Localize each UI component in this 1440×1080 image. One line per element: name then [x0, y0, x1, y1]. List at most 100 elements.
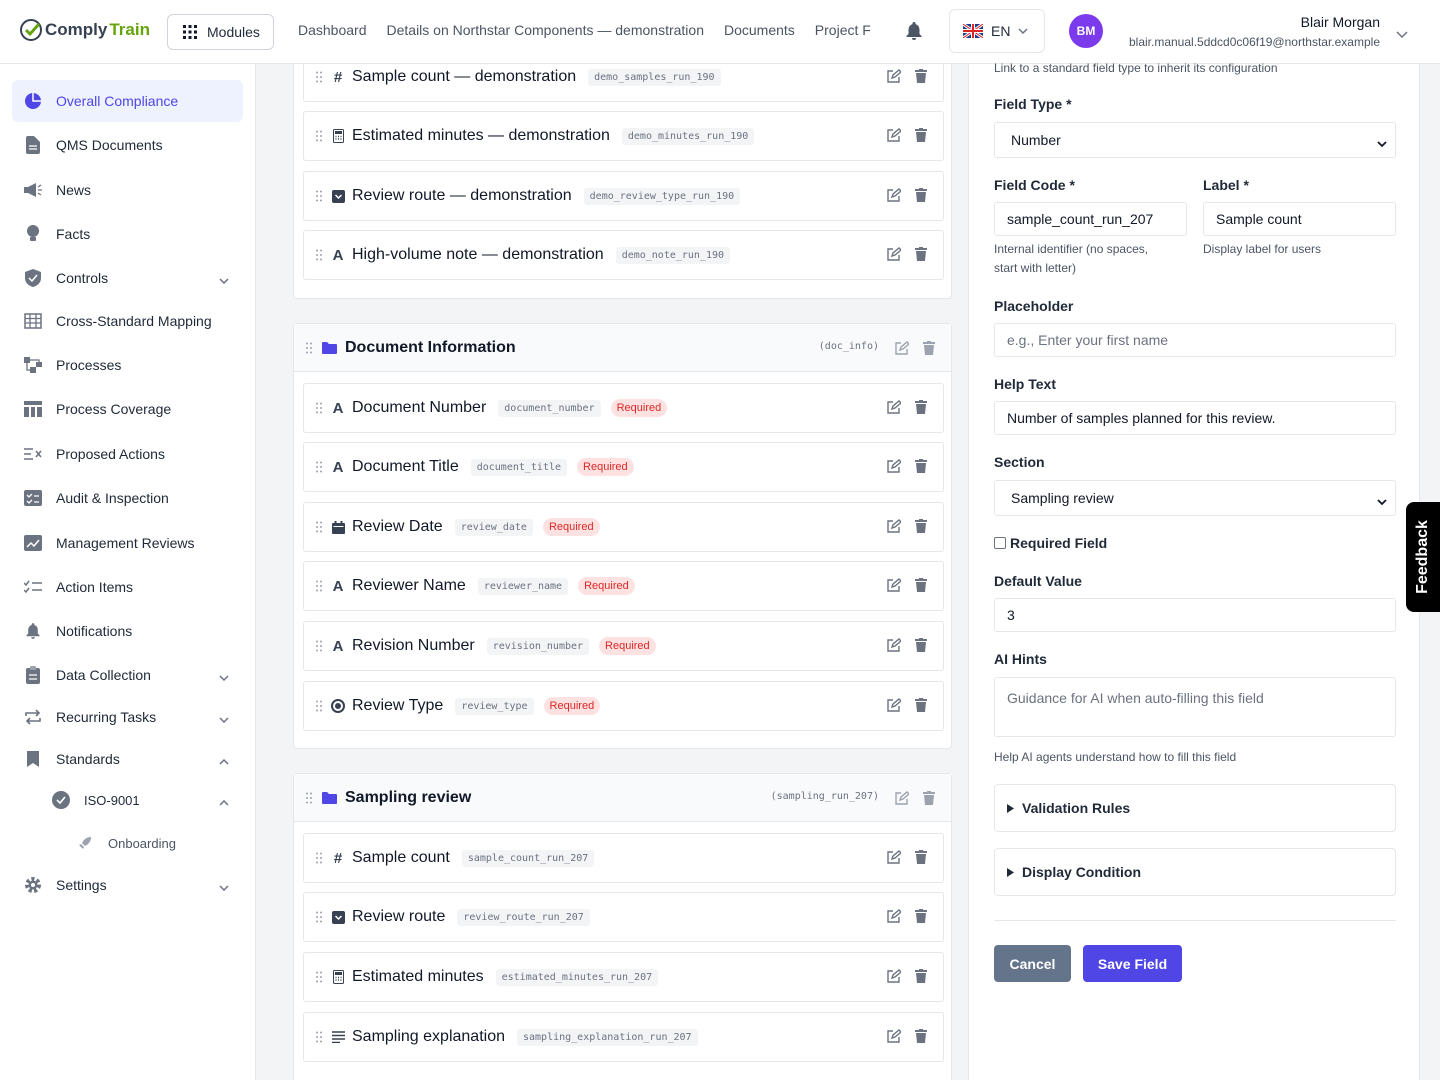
sidebar-item-standards[interactable]: Standards	[12, 738, 243, 780]
sidebar-item-proposed-actions[interactable]: Proposed Actions	[12, 433, 243, 475]
drag-handle-icon[interactable]	[316, 1031, 322, 1043]
user-menu-chevron-icon[interactable]	[1396, 26, 1408, 44]
edit-icon[interactable]	[887, 1029, 903, 1048]
drag-handle-icon[interactable]	[316, 402, 322, 414]
label-input[interactable]: Sample count	[1203, 202, 1396, 236]
sidebar-item-onboarding[interactable]: Onboarding	[64, 822, 243, 864]
field-row[interactable]: Review route — demonstration demo_review…	[303, 171, 944, 221]
validation-rules-toggle[interactable]: Validation Rules	[994, 784, 1396, 832]
trash-icon[interactable]	[915, 188, 927, 207]
sidebar-item-facts[interactable]: Facts	[12, 213, 243, 255]
chevron-down-icon[interactable]	[219, 878, 229, 894]
edit-icon[interactable]	[887, 698, 903, 717]
trash-icon[interactable]	[915, 247, 927, 266]
field-code-input[interactable]: sample_count_run_207	[994, 202, 1187, 236]
edit-icon[interactable]	[887, 247, 903, 266]
sidebar-item-notifications[interactable]: Notifications	[12, 610, 243, 652]
ai-hints-textarea[interactable]: Guidance for AI when auto-filling this f…	[994, 677, 1396, 737]
field-row[interactable]: # Sample count sample_count_run_207	[303, 833, 944, 883]
edit-icon[interactable]	[887, 638, 903, 657]
field-row[interactable]: A Document Number document_number Requir…	[303, 383, 944, 433]
edit-icon[interactable]	[887, 519, 903, 538]
trash-icon[interactable]	[915, 850, 927, 869]
sidebar-item-management-reviews[interactable]: Management Reviews	[12, 522, 243, 564]
field-row[interactable]: Estimated minutes estimated_minutes_run_…	[303, 952, 944, 1002]
section-select[interactable]: Sampling review	[994, 480, 1396, 516]
trash-icon[interactable]	[923, 791, 935, 810]
display-condition-toggle[interactable]: Display Condition	[994, 848, 1396, 896]
sidebar-item-settings[interactable]: Settings	[12, 864, 243, 906]
sidebar-item-news[interactable]: News	[12, 169, 243, 211]
drag-handle-icon[interactable]	[316, 190, 322, 202]
save-field-button[interactable]: Save Field	[1083, 945, 1182, 982]
edit-icon[interactable]	[887, 69, 903, 88]
trash-icon[interactable]	[915, 519, 927, 538]
chevron-down-icon[interactable]	[219, 668, 229, 684]
trash-icon[interactable]	[915, 69, 927, 88]
edit-icon[interactable]	[887, 128, 903, 147]
drag-handle-icon[interactable]	[316, 911, 322, 923]
edit-icon[interactable]	[887, 188, 903, 207]
sidebar-item-process-coverage[interactable]: Process Coverage	[12, 388, 243, 430]
notification-bell-icon[interactable]	[906, 22, 922, 45]
feedback-tab[interactable]: Feedback	[1406, 502, 1440, 612]
chevron-up-icon[interactable]	[219, 793, 229, 809]
field-row[interactable]: # Sample count — demonstration demo_samp…	[303, 64, 944, 102]
trash-icon[interactable]	[915, 400, 927, 419]
field-row[interactable]: A Reviewer Name reviewer_name Required	[303, 561, 944, 611]
avatar[interactable]: BM	[1069, 14, 1103, 48]
edit-icon[interactable]	[887, 400, 903, 419]
nav-details[interactable]: Details on Northstar Components — demons…	[387, 22, 704, 38]
field-row[interactable]: Review route review_route_run_207	[303, 892, 944, 942]
edit-icon[interactable]	[887, 459, 903, 478]
chevron-up-icon[interactable]	[219, 752, 229, 768]
drag-handle-icon[interactable]	[316, 852, 322, 864]
sidebar-item-overall-compliance[interactable]: Overall Compliance	[12, 80, 243, 122]
drag-handle-icon[interactable]	[316, 71, 322, 83]
field-row[interactable]: Sampling explanation sampling_explanatio…	[303, 1012, 944, 1062]
sidebar-item-processes[interactable]: Processes	[12, 344, 243, 386]
trash-icon[interactable]	[915, 128, 927, 147]
edit-icon[interactable]	[895, 791, 911, 810]
field-row[interactable]: A Document Title document_title Required	[303, 442, 944, 492]
drag-handle-icon[interactable]	[316, 461, 322, 473]
help-text-input[interactable]: Number of samples planned for this revie…	[994, 401, 1396, 435]
placeholder-input[interactable]: e.g., Enter your first name	[994, 323, 1396, 357]
nav-documents[interactable]: Documents	[724, 22, 795, 38]
field-row[interactable]: Estimated minutes — demonstration demo_m…	[303, 111, 944, 161]
trash-icon[interactable]	[915, 578, 927, 597]
sidebar-item-action-items[interactable]: Action Items	[12, 566, 243, 608]
field-row[interactable]: Review Type review_type Required	[303, 681, 944, 731]
edit-icon[interactable]	[895, 341, 911, 360]
trash-icon[interactable]	[915, 1029, 927, 1048]
chevron-down-icon[interactable]	[219, 271, 229, 287]
drag-handle-icon[interactable]	[316, 130, 322, 142]
drag-handle-icon[interactable]	[316, 521, 322, 533]
logo[interactable]: Comply Train	[19, 18, 150, 42]
sidebar-item-qms-documents[interactable]: QMS Documents	[12, 124, 243, 166]
section-header[interactable]: Document Information (doc_info)	[294, 324, 951, 372]
sidebar-item-recurring-tasks[interactable]: Recurring Tasks	[12, 696, 243, 738]
drag-handle-icon[interactable]	[316, 971, 322, 983]
trash-icon[interactable]	[915, 909, 927, 928]
drag-handle-icon[interactable]	[316, 249, 322, 261]
required-checkbox[interactable]	[994, 537, 1006, 549]
edit-icon[interactable]	[887, 969, 903, 988]
chevron-down-icon[interactable]	[219, 710, 229, 726]
sidebar-item-controls[interactable]: Controls	[12, 257, 243, 299]
sidebar-item-iso-9001[interactable]: ISO-9001	[40, 779, 243, 821]
drag-handle-icon[interactable]	[306, 792, 312, 804]
drag-handle-icon[interactable]	[316, 640, 322, 652]
trash-icon[interactable]	[915, 969, 927, 988]
modules-button[interactable]: Modules	[167, 14, 274, 50]
edit-icon[interactable]	[887, 909, 903, 928]
field-row[interactable]: A Revision Number revision_number Requir…	[303, 621, 944, 671]
drag-handle-icon[interactable]	[316, 580, 322, 592]
sidebar-item-data-collection[interactable]: Data Collection	[12, 654, 243, 696]
field-row[interactable]: Review Date review_date Required	[303, 502, 944, 552]
cancel-button[interactable]: Cancel	[994, 945, 1071, 982]
language-selector[interactable]: EN	[949, 9, 1045, 53]
trash-icon[interactable]	[915, 698, 927, 717]
edit-icon[interactable]	[887, 850, 903, 869]
trash-icon[interactable]	[915, 459, 927, 478]
